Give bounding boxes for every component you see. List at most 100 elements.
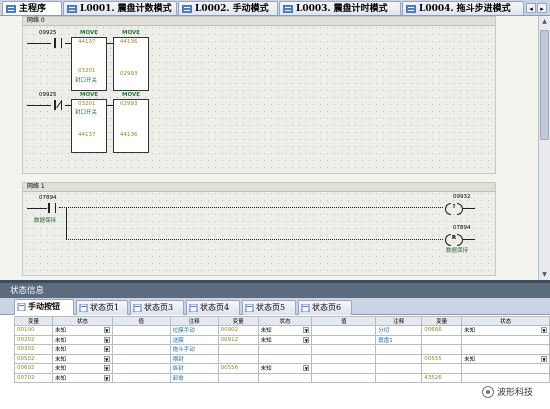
state-dropdown[interactable]: 未知 ▼ (51, 334, 113, 345)
state-select[interactable]: 未知 ▼ (464, 326, 547, 334)
comment-cell (375, 353, 423, 364)
state-dropdown[interactable]: 未知 ▼ (51, 363, 113, 374)
dropdown-arrow-icon[interactable]: ▼ (103, 355, 110, 362)
value-cell[interactable] (311, 344, 377, 355)
no-contact[interactable] (51, 38, 65, 48)
state-select[interactable]: 未知 ▼ (464, 355, 547, 363)
move-block[interactable]: MOVE 03201 封口开关 44137 (71, 92, 107, 153)
state-select[interactable]: 未知 ▼ (55, 374, 110, 382)
tab-status-page-4[interactable]: 状态页4 (186, 300, 240, 315)
no-contact[interactable] (45, 203, 59, 213)
value-cell[interactable] (311, 353, 377, 364)
state-dropdown[interactable]: 未知 ▼ (51, 325, 113, 336)
tab-l0004[interactable]: L0004. 拖斗步进模式 (402, 1, 524, 15)
state-select[interactable]: 未知 ▼ (55, 345, 110, 353)
move-block[interactable]: MOVE 02993 44136 (113, 92, 149, 153)
state-select[interactable]: 未知 ▼ (55, 355, 110, 363)
dropdown-arrow-icon[interactable]: ▼ (103, 346, 110, 353)
value-cell[interactable] (111, 363, 171, 374)
table-row: 00702 未知 ▼ 卸膏 43526 (14, 372, 550, 383)
value-cell[interactable] (311, 372, 377, 383)
state-select[interactable]: 未知 ▼ (55, 364, 110, 372)
cell-text: 未知 (54, 337, 66, 344)
dropdown-arrow-icon[interactable]: ▼ (103, 336, 110, 343)
dropdown-arrow-icon[interactable]: ▼ (303, 336, 310, 343)
state-dropdown[interactable] (461, 363, 550, 374)
dropdown-arrow-icon[interactable]: ▼ (103, 374, 110, 381)
value-cell[interactable] (311, 363, 377, 374)
value-cell[interactable] (111, 353, 171, 364)
dropdown-arrow-icon[interactable]: ▼ (541, 355, 547, 362)
comment-cell (375, 372, 423, 383)
tab-scroll-left-icon[interactable]: ◂ (526, 3, 536, 13)
state-dropdown[interactable] (461, 344, 550, 355)
tab-status-page-5[interactable]: 状态页5 (242, 300, 296, 315)
state-dropdown[interactable]: 未知 ▼ (51, 372, 113, 383)
value-cell[interactable] (111, 334, 171, 345)
contact-note: 数据保持 (34, 218, 57, 224)
value-cell[interactable] (111, 372, 171, 383)
state-dropdown[interactable] (257, 353, 313, 364)
value-cell[interactable] (311, 325, 377, 336)
state-select[interactable]: 未知 ▼ (55, 326, 110, 334)
column-header: 注释 (375, 316, 423, 326)
network-title: 网络 1 (27, 183, 45, 190)
pulse-coil[interactable]: ↑ (445, 203, 463, 215)
state-select[interactable]: 未知 ▼ (55, 336, 110, 344)
cell-text: 震盘1 (378, 337, 393, 344)
state-select[interactable]: 未知 ▼ (261, 336, 310, 344)
state-select[interactable]: 未知 ▼ (261, 364, 310, 372)
variable-cell: 00912 (217, 334, 259, 345)
tab-main-program[interactable]: 主程序 (2, 1, 62, 15)
dropdown-arrow-icon[interactable]: ▼ (303, 365, 310, 372)
tab-l0002[interactable]: L0002. 手动模式 (178, 1, 278, 15)
state-dropdown[interactable]: 未知 ▼ (461, 353, 550, 364)
tab-scroll-right-icon[interactable]: ▸ (537, 3, 547, 13)
state-dropdown[interactable]: 未知 ▼ (257, 334, 313, 345)
move-block[interactable]: MOVE 44136 02993 (113, 30, 149, 91)
variable-cell (217, 353, 259, 364)
editor-vertical-scrollbar[interactable]: ▲ ▼ (538, 16, 550, 280)
tab-label: 状态页5 (256, 303, 286, 312)
cell-text: 00666 (424, 327, 442, 334)
tab-status-page-3[interactable]: 状态页3 (130, 300, 184, 315)
state-dropdown[interactable]: 未知 ▼ (51, 344, 113, 355)
nc-contact[interactable] (51, 100, 65, 110)
state-dropdown[interactable] (257, 344, 313, 355)
state-dropdown[interactable]: 未知 ▼ (51, 353, 113, 364)
move-block[interactable]: MOVE 44137 03201 封口开关 (71, 30, 107, 91)
network-0-header: 网络 0 (23, 17, 495, 26)
scroll-down-icon[interactable]: ▼ (539, 269, 550, 280)
cell-text: 00555 (424, 355, 442, 362)
value-cell[interactable] (111, 344, 171, 355)
value-cell[interactable] (111, 325, 171, 336)
scroll-thumb[interactable] (540, 30, 549, 140)
reset-coil[interactable]: R (445, 234, 463, 246)
tab-status-page-1[interactable]: 状态页1 (76, 300, 128, 315)
dropdown-arrow-icon[interactable]: ▼ (541, 327, 547, 334)
tab-status-page-6[interactable]: 状态页6 (298, 300, 352, 315)
state-dropdown[interactable]: 未知 ▼ (257, 325, 313, 336)
state-dropdown[interactable] (257, 372, 313, 383)
state-dropdown[interactable] (461, 334, 550, 345)
tab-manual-buttons[interactable]: 手动按钮 (14, 299, 74, 315)
tab-l0003[interactable]: L0003. 震盘计时模式 (279, 1, 401, 15)
network-0[interactable]: 网络 0 09925 MOVE 44137 03201 封口开关 MOVE 44… (22, 16, 496, 174)
tab-label: 状态页1 (90, 303, 120, 312)
wire (27, 43, 51, 44)
network-1[interactable]: 网络 1 07894 数据保持 09932 ↑ 07894 R 数据保持 (22, 182, 496, 276)
state-dropdown[interactable] (461, 372, 550, 383)
value-cell[interactable] (311, 334, 377, 345)
state-select[interactable]: 未知 ▼ (261, 326, 310, 334)
ladder-editor[interactable]: 网络 0 09925 MOVE 44137 03201 封口开关 MOVE 44… (0, 16, 550, 280)
contact-address: 09925 (39, 92, 57, 98)
state-dropdown[interactable]: 未知 ▼ (461, 325, 550, 336)
dropdown-arrow-icon[interactable]: ▼ (103, 365, 110, 372)
tab-l0001[interactable]: L0001. 震盘计数模式 (63, 1, 177, 15)
scroll-up-icon[interactable]: ▲ (539, 16, 550, 27)
column-header: 值 (111, 316, 171, 326)
dropdown-arrow-icon[interactable]: ▼ (303, 327, 310, 334)
dropdown-arrow-icon[interactable]: ▼ (103, 327, 110, 334)
cell-text: 未知 (54, 356, 66, 363)
state-dropdown[interactable]: 未知 ▼ (257, 363, 313, 374)
